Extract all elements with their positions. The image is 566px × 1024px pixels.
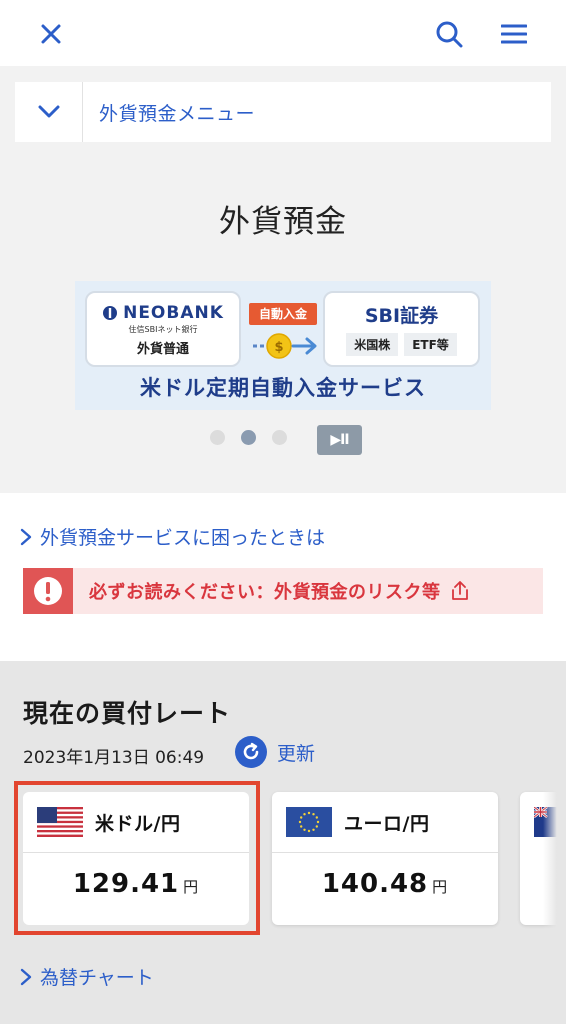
sbi-securities-card: SBI証券 米国株 ETF等 <box>323 291 480 367</box>
sbi-tag-us-stock: 米国株 <box>346 333 399 356</box>
chevron-right-icon <box>20 968 32 985</box>
rate-datetime: 2023年1月13日 06:49 <box>23 748 205 768</box>
scroll-fade <box>543 781 566 941</box>
close-icon[interactable] <box>31 14 71 54</box>
exclamation-icon <box>23 568 73 614</box>
search-icon[interactable] <box>429 14 469 54</box>
rate-pair-label: ユーロ/円 <box>344 812 430 835</box>
fx-chart-link-label: 為替チャート <box>40 967 154 989</box>
chevron-right-icon <box>20 528 32 545</box>
top-bar <box>0 0 566 66</box>
foreign-deposit-menu-dropdown[interactable]: 外貨預金メニュー <box>15 82 551 142</box>
neobank-mark-icon <box>103 306 118 320</box>
help-link[interactable]: 外貨預金サービスに困ったときは <box>20 523 325 550</box>
sbi-title: SBI証券 <box>364 305 439 327</box>
refresh-button[interactable]: 更新 <box>235 736 315 768</box>
risk-notice-text: 必ずお読みください：外貨預金のリスク等 <box>89 582 441 603</box>
neobank-subtitle: 住信SBIネット銀行 <box>128 325 198 334</box>
help-link-label: 外貨預金サービスに困ったときは <box>40 527 326 549</box>
rate-section: 現在の買付レート 2023年1月13日 06:49 更新 米ドル/円 129.4… <box>0 661 566 1024</box>
banner-caption: 米ドル定期自動入金サービス <box>140 376 426 400</box>
eu-flag-icon <box>286 807 332 837</box>
menu-label: 外貨預金メニュー <box>99 102 256 125</box>
carousel-dot-1[interactable] <box>210 430 225 445</box>
chevron-down-icon[interactable] <box>15 82 83 142</box>
svg-text:$: $ <box>274 340 283 355</box>
refresh-icon <box>235 736 267 768</box>
transfer-arrow-icon: $ <box>253 333 317 359</box>
neobank-card: NEOBANK 住信SBIネット銀行 外貨普通 <box>85 291 241 367</box>
carousel-dots <box>210 430 287 445</box>
promo-banner[interactable]: NEOBANK 住信SBIネット銀行 外貨普通 自動入金 $ SBI証券 米国株… <box>75 281 491 410</box>
rate-card-eur-jpy[interactable]: ユーロ/円 140.48 円 <box>272 792 498 925</box>
share-external-icon <box>451 581 469 601</box>
auto-deposit-badge: 自動入金 <box>249 303 317 325</box>
neobank-product: 外貨普通 <box>136 342 189 357</box>
info-section: 外貨預金サービスに困ったときは 必ずお読みください：外貨預金のリスク等 <box>0 493 566 661</box>
rate-unit: 円 <box>432 878 449 896</box>
refresh-label: 更新 <box>277 742 316 765</box>
rate-title: 現在の買付レート <box>23 699 232 728</box>
risk-notice-link[interactable]: 必ずお読みください：外貨預金のリスク等 <box>23 568 543 614</box>
rate-value: 140.48 円 <box>321 869 449 899</box>
selected-card-highlight <box>14 781 260 935</box>
neobank-logo: NEOBANK <box>87 303 239 323</box>
sbi-tag-etf: ETF等 <box>404 333 457 356</box>
hamburger-menu-icon[interactable] <box>494 14 534 54</box>
fx-chart-link[interactable]: 為替チャート <box>20 963 154 990</box>
play-pause-button[interactable]: ▶II <box>317 425 362 455</box>
page-title: 外貨預金 <box>219 204 347 240</box>
carousel-dot-3[interactable] <box>272 430 287 445</box>
carousel-dot-2[interactable] <box>241 430 256 445</box>
